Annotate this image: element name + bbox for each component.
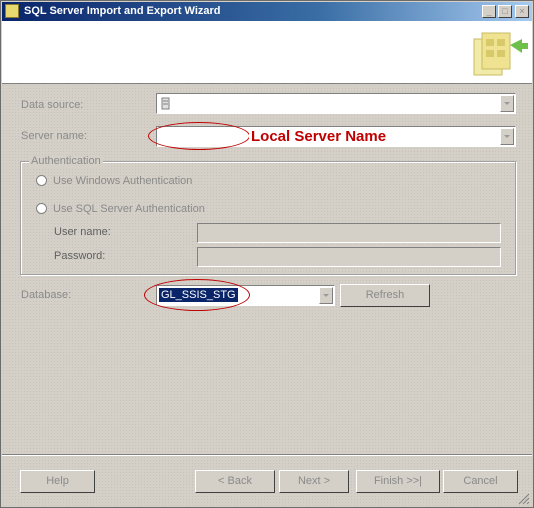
username-label: User name: (54, 226, 111, 238)
server-name-label: Server name: (21, 130, 88, 142)
annotation-ellipse (148, 122, 250, 150)
wizard-header (2, 21, 532, 84)
finish-button[interactable]: Finish >>| (356, 470, 440, 493)
chevron-down-icon[interactable] (500, 128, 514, 145)
wizard-content: Data source: Server name: Local Server N… (2, 84, 532, 507)
username-field[interactable] (197, 223, 501, 243)
app-icon (5, 4, 19, 18)
maximize-button[interactable]: □ (498, 5, 512, 18)
annotation-ellipse (144, 279, 250, 311)
windows-auth-radio[interactable] (36, 175, 47, 186)
annotation-label: Local Server Name (249, 128, 389, 145)
data-source-label: Data source: (21, 99, 84, 111)
cancel-button[interactable]: Cancel (443, 470, 518, 493)
help-button[interactable]: Help (20, 470, 95, 493)
back-button[interactable]: < Back (195, 470, 275, 493)
chevron-down-icon[interactable] (500, 95, 514, 112)
wizard-window: SQL Server Import and Export Wizard _ □ … (0, 0, 534, 508)
chevron-down-icon[interactable] (319, 287, 333, 304)
password-label: Password: (54, 250, 106, 262)
database-icon (161, 97, 170, 110)
authentication-group-title: Authentication (29, 155, 103, 167)
data-source-combo[interactable] (156, 93, 516, 114)
sql-auth-label: Use SQL Server Authentication (53, 203, 205, 215)
close-button[interactable]: × (515, 5, 529, 18)
footer-divider (2, 454, 532, 456)
next-button[interactable]: Next > (279, 470, 349, 493)
sql-auth-radio[interactable] (36, 203, 47, 214)
password-field[interactable] (197, 247, 501, 267)
database-label: Database: (21, 289, 72, 301)
title-bar[interactable]: SQL Server Import and Export Wizard _ □ … (2, 2, 532, 21)
minimize-button[interactable]: _ (482, 5, 496, 18)
refresh-button[interactable]: Refresh (340, 284, 430, 307)
windows-auth-label: Use Windows Authentication (53, 175, 193, 187)
resize-grip-icon[interactable] (518, 493, 530, 505)
window-title: SQL Server Import and Export Wizard (24, 5, 221, 17)
wizard-graphic-icon (473, 32, 528, 76)
